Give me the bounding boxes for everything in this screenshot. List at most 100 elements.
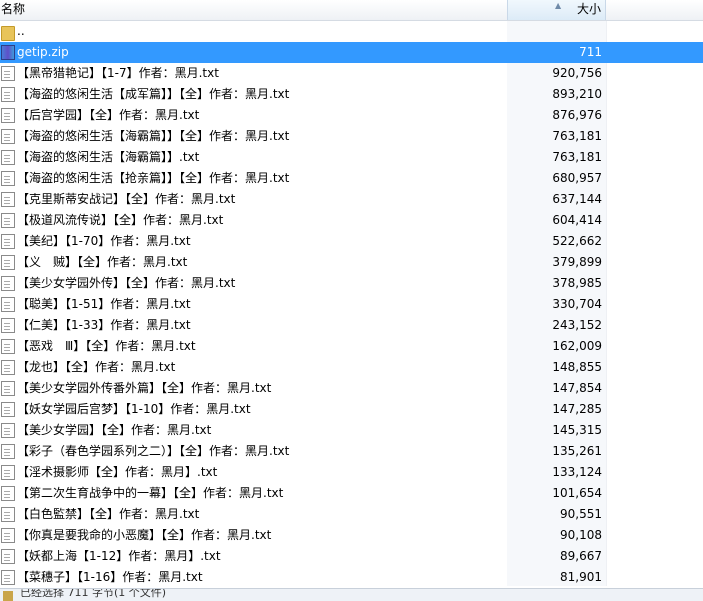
file-name: 【海盗的悠闲生活【海霸篇】】【全】作者：黑月.txt <box>17 129 290 143</box>
file-size: 522,662 <box>552 234 602 248</box>
text-file-icon <box>1 465 15 480</box>
file-size: 330,704 <box>552 297 602 311</box>
file-name: 【你真是要我命的小恶魔】【全】作者：黑月.txt <box>17 528 272 542</box>
file-name: 【极道风流传说】【全】作者：黑月.txt <box>17 213 224 227</box>
file-row[interactable]: 【后宫学园】【全】作者：黑月.txt 876,976 <box>0 105 703 126</box>
file-name: 【海盗的悠闲生活【抢亲篇】】【全】作者：黑月.txt <box>17 171 290 185</box>
file-size: 893,210 <box>552 87 602 101</box>
file-name: 【第二次生育战争中的一幕】【全】作者：黑月.txt <box>17 486 284 500</box>
file-size: 920,756 <box>552 66 602 80</box>
text-file-icon <box>1 423 15 438</box>
text-file-icon <box>1 108 15 123</box>
text-file-icon <box>1 402 15 417</box>
file-name: 【淫术摄影师【全】作者：黑月】.txt <box>17 465 218 479</box>
file-list: .. getip.zip 711 【黑帝猎艳记】【1-7】作者：黑月.txt 920,7… <box>0 21 703 588</box>
file-size: 89,667 <box>560 549 602 563</box>
file-row[interactable]: 【美少女学园】【全】作者：黑月.txt 145,315 <box>0 420 703 441</box>
file-size: 379,899 <box>552 255 602 269</box>
file-size: 711 <box>579 45 602 59</box>
file-size: 133,124 <box>552 465 602 479</box>
file-name: 【海盗的悠闲生活【成军篇】】【全】作者：黑月.txt <box>17 87 290 101</box>
text-file-icon <box>1 192 15 207</box>
sort-arrow-icon: ▲ <box>555 1 562 10</box>
file-row[interactable]: 【义 贼】【全】作者：黑月.txt 379,899 <box>0 252 703 273</box>
text-file-icon <box>1 213 15 228</box>
file-size: 876,976 <box>552 108 602 122</box>
file-row[interactable]: 【淫术摄影师【全】作者：黑月】.txt 133,124 <box>0 462 703 483</box>
text-file-icon <box>1 444 15 459</box>
file-name: 【聪美】【1-51】作者：黑月.txt <box>17 297 191 311</box>
text-file-icon <box>1 66 15 81</box>
file-row[interactable]: 【极道风流传说】【全】作者：黑月.txt 604,414 <box>0 210 703 231</box>
file-name: 【妖都上海【1-12】作者：黑月】.txt <box>17 549 221 563</box>
file-row[interactable]: 【海盗的悠闲生活【成军篇】】【全】作者：黑月.txt 893,210 <box>0 84 703 105</box>
file-name: 【克里斯蒂安战记】【全】作者：黑月.txt <box>17 192 236 206</box>
size-column-label: 大小 <box>576 2 601 16</box>
file-row[interactable]: 【龙也】【全】作者：黑月.txt 148,855 <box>0 357 703 378</box>
file-size: 145,315 <box>552 423 602 437</box>
status-bar: 已经选择 711 字节(1 个文件) <box>0 588 703 601</box>
text-file-icon <box>1 381 15 396</box>
file-row[interactable]: 【彩子（春色学园系列之二）】【全】作者：黑月.txt 135,261 <box>0 441 703 462</box>
text-file-icon <box>1 570 15 585</box>
file-row[interactable]: 【美少女学园外传番外篇】【全】作者：黑月.txt 147,854 <box>0 378 703 399</box>
file-row[interactable]: 【妖女学园后宫梦】【1-10】作者：黑月.txt 147,285 <box>0 399 703 420</box>
text-file-icon <box>1 255 15 270</box>
zip-archive-icon <box>1 45 15 60</box>
file-name: 【龙也】【全】作者：黑月.txt <box>17 360 176 374</box>
file-size: 243,152 <box>552 318 602 332</box>
file-row[interactable]: 【美纪】【1-70】作者：黑月.txt 522,662 <box>0 231 703 252</box>
file-row[interactable]: 【仁美】【1-33】作者：黑月.txt 243,152 <box>0 315 703 336</box>
text-file-icon <box>1 297 15 312</box>
text-file-icon <box>1 150 15 165</box>
file-name: 【美少女学园外传】【全】作者：黑月.txt <box>17 276 236 290</box>
file-name: getip.zip <box>17 45 69 59</box>
text-file-icon <box>1 507 15 522</box>
file-row[interactable]: 【海盗的悠闲生活【海霸篇】】.txt 763,181 <box>0 147 703 168</box>
status-text: 已经选择 711 字节(1 个文件) <box>20 588 167 599</box>
file-row[interactable]: 【你真是要我命的小恶魔】【全】作者：黑月.txt 90,108 <box>0 525 703 546</box>
file-size: 680,957 <box>552 171 602 185</box>
file-row[interactable]: 【海盗的悠闲生活【海霸篇】】【全】作者：黑月.txt 763,181 <box>0 126 703 147</box>
file-size: 378,985 <box>552 276 602 290</box>
file-row[interactable]: 【聪美】【1-51】作者：黑月.txt 330,704 <box>0 294 703 315</box>
file-name: 【美纪】【1-70】作者：黑月.txt <box>17 234 191 248</box>
text-file-icon <box>1 129 15 144</box>
text-file-icon <box>1 276 15 291</box>
file-size: 101,654 <box>552 486 602 500</box>
file-size: 90,108 <box>560 528 602 542</box>
folder-icon <box>1 26 15 41</box>
file-name: 【彩子（春色学园系列之二）】【全】作者：黑月.txt <box>17 444 290 458</box>
file-name: 【海盗的悠闲生活【海霸篇】】.txt <box>17 150 200 164</box>
file-row[interactable]: 【克里斯蒂安战记】【全】作者：黑月.txt 637,144 <box>0 189 703 210</box>
text-file-icon <box>1 171 15 186</box>
file-name: 【菜穗子】【1-16】作者：黑月.txt <box>17 570 203 584</box>
text-file-icon <box>1 339 15 354</box>
file-row[interactable]: 【第二次生育战争中的一幕】【全】作者：黑月.txt 101,654 <box>0 483 703 504</box>
file-name: 【仁美】【1-33】作者：黑月.txt <box>17 318 191 332</box>
file-row[interactable]: 【黑帝猎艳记】【1-7】作者：黑月.txt 920,756 <box>0 63 703 84</box>
file-name: 【义 贼】【全】作者：黑月.txt <box>17 255 188 269</box>
file-name: .. <box>17 24 25 38</box>
text-file-icon <box>1 528 15 543</box>
file-size: 148,855 <box>552 360 602 374</box>
file-row[interactable]: 【美少女学园外传】【全】作者：黑月.txt 378,985 <box>0 273 703 294</box>
file-row[interactable]: 【菜穗子】【1-16】作者：黑月.txt 81,901 <box>0 567 703 588</box>
size-column-header[interactable]: ▲ 大小 <box>507 0 606 20</box>
file-size: 147,854 <box>552 381 602 395</box>
text-file-icon <box>1 486 15 501</box>
file-row[interactable]: 【海盗的悠闲生活【抢亲篇】】【全】作者：黑月.txt 680,957 <box>0 168 703 189</box>
file-size: 763,181 <box>552 150 602 164</box>
file-size: 90,551 <box>560 507 602 521</box>
file-size: 135,261 <box>552 444 602 458</box>
file-row[interactable]: 【妖都上海【1-12】作者：黑月】.txt 89,667 <box>0 546 703 567</box>
file-name: 【黑帝猎艳记】【1-7】作者：黑月.txt <box>17 66 219 80</box>
file-name: 【妖女学园后宫梦】【1-10】作者：黑月.txt <box>17 402 251 416</box>
file-row[interactable]: .. <box>0 21 703 42</box>
file-row[interactable]: getip.zip 711 <box>0 42 703 63</box>
file-row[interactable]: 【白色監禁】【全】作者：黑月.txt 90,551 <box>0 504 703 525</box>
file-row[interactable]: 【恶戏 Ⅲ】【全】作者：黑月.txt 162,009 <box>0 336 703 357</box>
name-column-header[interactable]: 名称 <box>0 0 25 20</box>
text-file-icon <box>1 87 15 102</box>
text-file-icon <box>1 234 15 249</box>
